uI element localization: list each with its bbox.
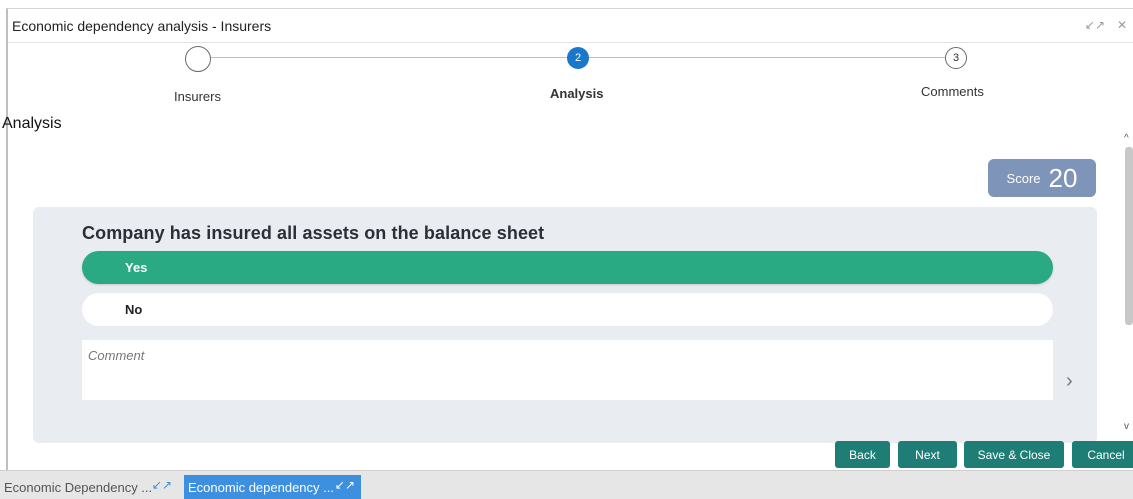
back-button[interactable]: Back <box>835 441 890 468</box>
score-label: Score <box>1006 170 1041 186</box>
taskbar-item-active[interactable]: Economic dependency ... ↙↗ <box>184 475 361 499</box>
step-comments-circle[interactable]: 3 <box>945 47 967 69</box>
window-title: Economic dependency analysis - Insurers <box>12 18 272 34</box>
step-comments-label: Comments <box>921 84 984 99</box>
question-text: Company has insured all assets on the ba… <box>82 223 545 243</box>
comment-placeholder: Comment <box>88 348 145 363</box>
next-button[interactable]: Next <box>898 441 957 468</box>
expand-icon[interactable]: ↙↗ <box>335 478 355 492</box>
comment-field[interactable]: Comment <box>82 340 1053 400</box>
score-badge: Score 20 <box>988 159 1096 197</box>
step-analysis-label: Analysis <box>550 86 604 101</box>
cancel-button[interactable]: Cancel <box>1072 441 1133 468</box>
stepper-connector <box>211 57 567 58</box>
expand-icon[interactable]: ↙↗ <box>152 478 172 492</box>
save-close-button[interactable]: Save & Close <box>964 441 1064 468</box>
step-analysis-circle[interactable]: 2 <box>567 47 589 69</box>
step-insurers-label: Insurers <box>174 89 221 104</box>
section-title: Analysis <box>2 115 62 132</box>
close-icon[interactable]: ✕ <box>1117 18 1127 32</box>
taskbar-item-label: Economic Dependency ... <box>4 479 153 495</box>
chevron-right-icon[interactable]: › <box>1066 370 1073 393</box>
minimize-icon[interactable]: ↙↗ <box>1085 18 1105 32</box>
taskbar-item[interactable]: Economic Dependency ... ↙↗ <box>0 475 178 499</box>
analysis-window: Economic dependency analysis - Insurers … <box>2 8 1133 470</box>
scroll-up-icon[interactable]: ^ <box>1124 133 1129 144</box>
score-value: 20 <box>1048 162 1078 193</box>
taskbar: Economic Dependency ... ↙↗ Economic depe… <box>0 470 1133 499</box>
option-yes[interactable]: Yes <box>82 251 1053 284</box>
scrollbar-thumb[interactable] <box>1125 147 1133 325</box>
taskbar-item-label: Economic dependency ... <box>188 479 334 495</box>
scroll-down-icon[interactable]: v <box>1124 421 1129 432</box>
option-no[interactable]: No <box>82 293 1053 326</box>
window-titlebar: Economic dependency analysis - Insurers … <box>8 9 1133 43</box>
step-insurers-circle[interactable] <box>185 46 211 72</box>
stepper-connector <box>589 57 945 58</box>
